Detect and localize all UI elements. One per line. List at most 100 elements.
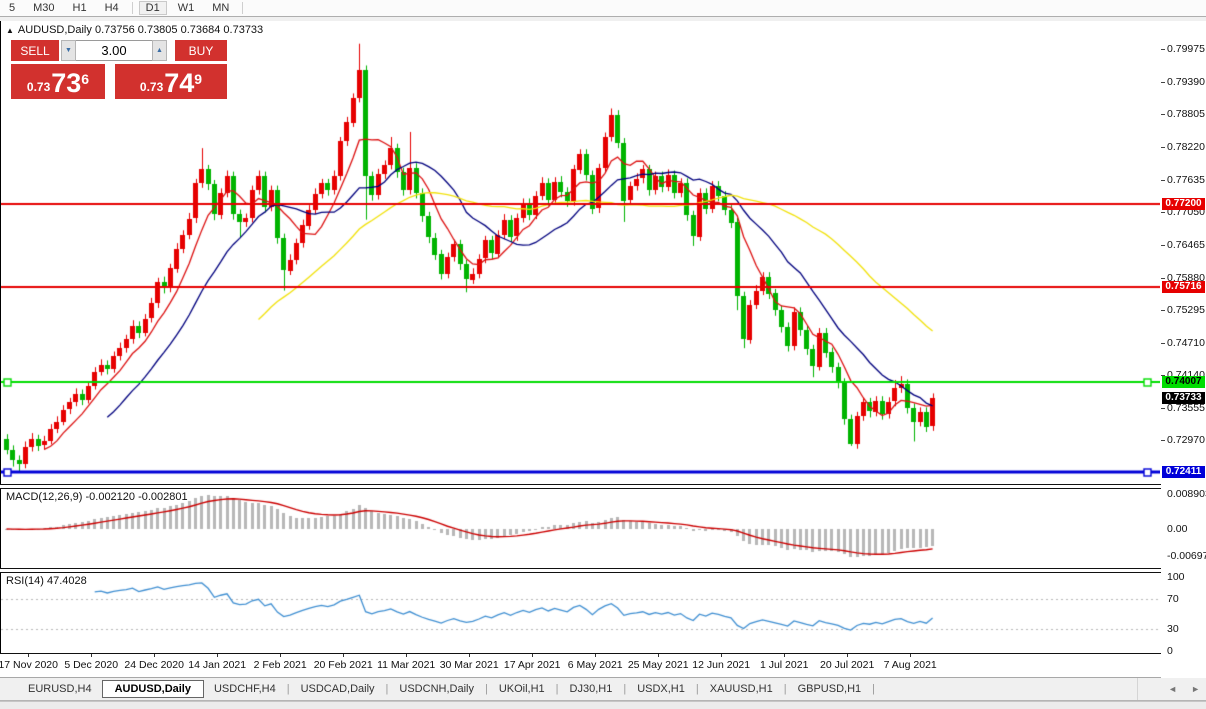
price-tick-label: 0.79390 (1167, 75, 1205, 88)
chart-ohlc-values: 0.73756 0.73805 0.73684 0.73733 (94, 24, 264, 36)
sell-price-big: 73 (51, 68, 82, 98)
tab-usdx[interactable]: USDX,H1 (627, 680, 695, 698)
tab-separator: | (872, 683, 875, 695)
chart-header: ▲ AUDUSD,Daily 0.73756 0.73805 0.73684 0.… (6, 24, 263, 36)
tab-scroll-arrows: ◄ ► (1137, 678, 1200, 700)
timeframe-button-h1[interactable]: H1 (66, 1, 94, 15)
macd-axis-label: -0.00697 (1167, 550, 1206, 562)
price-level-badge: 0.75716 (1162, 280, 1205, 293)
timeframe-button-mn[interactable]: MN (205, 1, 236, 15)
up-arrow-icon: ▲ (156, 47, 163, 54)
date-tick-dash (847, 654, 849, 657)
price-tick-dash (1161, 245, 1165, 247)
tab-scroll-right-icon[interactable]: ► (1191, 684, 1200, 694)
volume-increase-button[interactable]: ▲ (152, 40, 167, 61)
sell-price-prefix: 0.73 (26, 80, 51, 94)
tab-scroll-left-icon[interactable]: ◄ (1168, 684, 1177, 694)
down-arrow-icon: ▼ (65, 47, 72, 54)
tab-eurusd[interactable]: EURUSD,H4 (18, 680, 102, 698)
timeframe-button-w1[interactable]: W1 (171, 1, 202, 15)
sell-price-pip: 6 (81, 71, 90, 87)
date-tick-dash (217, 654, 219, 657)
one-click-trade-panel: SELL ▼ ▲ BUY 0.73 73 6 0.73 74 9 (11, 40, 227, 99)
timeframe-button-h4[interactable]: H4 (98, 1, 126, 15)
date-tick-dash (595, 654, 597, 657)
status-bar (0, 701, 1206, 709)
price-tick-label: 0.78220 (1167, 141, 1205, 154)
date-tick-dash (532, 654, 534, 657)
price-level-badge: 0.73733 (1162, 391, 1205, 404)
tab-separator: | (484, 683, 488, 695)
macd-label: MACD(12,26,9) -0.002120 -0.002801 (6, 491, 188, 503)
price-tick-dash (1161, 277, 1165, 279)
price-tick-label: 0.76465 (1167, 239, 1205, 252)
chart-symbol-label: AUDUSD,Daily (17, 24, 92, 36)
timeframe-button-5[interactable]: 5 (2, 1, 22, 15)
price-level-badge: 0.72411 (1162, 465, 1205, 478)
date-tick-dash (343, 654, 345, 657)
price-tick-dash (1161, 343, 1165, 345)
price-tick-label: 0.78805 (1167, 108, 1205, 121)
tab-separator: | (783, 683, 787, 695)
tab-ukoil[interactable]: UKOil,H1 (489, 680, 555, 698)
macd-panel: MACD(12,26,9) -0.002120 -0.002801 (0, 489, 1162, 568)
date-axis[interactable]: 17 Nov 2020 5 Dec 2020 24 Dec 2020 14 Jan 2… (0, 654, 1161, 678)
tab-separator: | (286, 683, 290, 695)
tab-separator: | (385, 683, 389, 695)
tab-usdcad[interactable]: USDCAD,Daily (291, 680, 385, 698)
date-tick-dash (91, 654, 93, 657)
date-tick-dash (910, 654, 912, 657)
trading-terminal-window: 5 M30 H1 H4 D1 W1 MN ▲ AUDUSD,Daily 0.73756 0.7… (0, 0, 1206, 709)
price-tick-dash (1161, 310, 1165, 312)
rsi-axis-label: 100 (1167, 571, 1185, 583)
buy-price-tile[interactable]: 0.73 74 9 (115, 64, 227, 99)
tab-audusd[interactable]: AUDUSD,Daily (101, 680, 204, 698)
tab-xauusd[interactable]: XAUUSD,H1 (700, 680, 783, 698)
price-tick-dash (1161, 179, 1165, 181)
volume-decrease-button[interactable]: ▼ (61, 40, 76, 61)
volume-box (76, 40, 152, 61)
rsi-axis-label: 70 (1167, 593, 1179, 605)
tab-gbpusd[interactable]: GBPUSD,H1 (788, 680, 872, 698)
price-tick-label: 0.74710 (1167, 337, 1205, 350)
date-tick-dash (784, 654, 786, 657)
volume-input[interactable] (76, 41, 152, 60)
timeframe-toolbar: 5 M30 H1 H4 D1 W1 MN (0, 0, 1206, 17)
buy-button[interactable]: BUY (175, 40, 227, 61)
toolbar-separator (242, 2, 244, 14)
timeframe-button-d1[interactable]: D1 (138, 1, 167, 15)
timeframe-button-m30[interactable]: M30 (26, 1, 61, 15)
date-tick-dash (28, 654, 30, 657)
macd-axis-label: 0.00 (1167, 523, 1188, 535)
date-tick-dash (721, 654, 723, 657)
rsi-canvas[interactable] (1, 573, 1160, 653)
sell-button[interactable]: SELL (11, 40, 59, 61)
date-tick-dash (469, 654, 471, 657)
price-axis[interactable]: 0.79975 0.79390 0.78805 0.78220 0.77635 0.770… (1161, 21, 1206, 677)
price-level-badge: 0.77200 (1162, 198, 1205, 211)
price-tick-dash (1161, 440, 1165, 442)
date-tick-dash (406, 654, 408, 657)
price-tick-dash (1161, 147, 1165, 149)
price-tick-dash (1161, 407, 1165, 409)
buy-price-pip: 9 (194, 71, 203, 87)
tab-separator: | (695, 683, 699, 695)
sell-price-tile[interactable]: 0.73 73 6 (11, 64, 105, 99)
tab-usdchf[interactable]: USDCHF,H4 (204, 680, 286, 698)
price-level-badge: 0.74007 (1162, 376, 1205, 389)
price-tick-dash (1161, 81, 1165, 83)
price-tick-dash (1161, 114, 1165, 116)
tab-usdcnh[interactable]: USDCNH,Daily (389, 680, 484, 698)
price-tick-label: 0.75295 (1167, 304, 1205, 317)
tab-separator: | (623, 683, 627, 695)
collapse-triangle-icon[interactable]: ▲ (6, 26, 14, 35)
price-tick-label: 0.79975 (1167, 43, 1205, 55)
macd-axis-label: 0.008903 (1167, 488, 1206, 500)
buy-price-big: 74 (164, 68, 195, 98)
price-tick-label: 0.77635 (1167, 173, 1205, 186)
buy-price-prefix: 0.73 (139, 80, 164, 94)
date-tick-dash (154, 654, 156, 657)
toolbar-separator (131, 2, 133, 14)
tab-dj30[interactable]: DJ30,H1 (560, 680, 623, 698)
price-tick-dash (1161, 49, 1165, 50)
